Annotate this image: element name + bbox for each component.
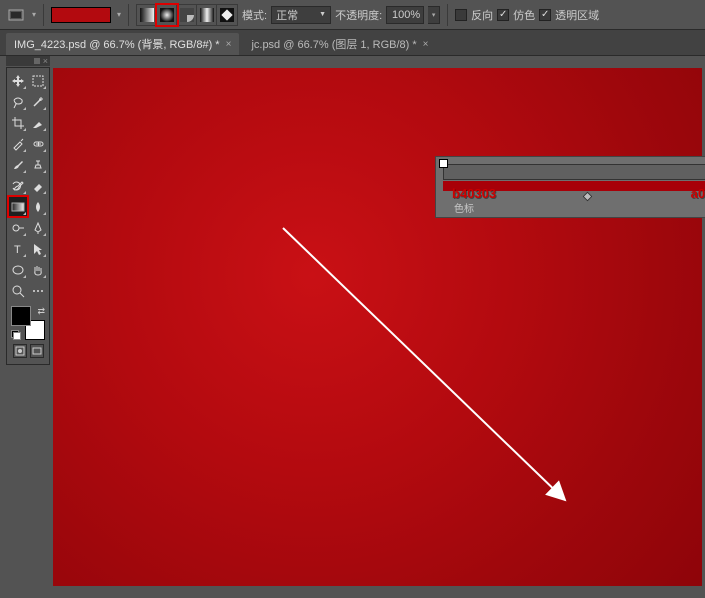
reflected-gradient-button[interactable]: [197, 5, 217, 25]
transparency-label: 透明区域: [555, 7, 599, 23]
divider: [128, 4, 129, 26]
path-selection-tool[interactable]: [29, 239, 47, 258]
shape-tool[interactable]: [9, 260, 27, 279]
dither-checkbox[interactable]: 仿色: [497, 7, 535, 23]
gradient-style-group: [136, 4, 238, 26]
quickmask-button[interactable]: [13, 344, 27, 358]
history-brush-tool[interactable]: [9, 176, 27, 195]
blend-mode-value: 正常: [276, 7, 298, 23]
checkbox-icon: [539, 9, 551, 21]
gradient-track[interactable]: [443, 164, 705, 180]
dodge-tool[interactable]: [9, 218, 27, 237]
eyedropper-tool[interactable]: [9, 134, 27, 153]
blur-tool[interactable]: [29, 197, 47, 216]
screen-mode-row: [9, 344, 47, 358]
tools-panel: T ⇄: [6, 67, 50, 365]
right-stop-color-label: a00203: [691, 186, 705, 201]
divider: [43, 4, 44, 26]
gradient-midpoint-handle[interactable]: [583, 192, 593, 202]
foreground-color-swatch[interactable]: [11, 306, 31, 326]
angle-gradient-button[interactable]: [177, 5, 197, 25]
checkbox-icon: [497, 9, 509, 21]
type-tool[interactable]: T: [9, 239, 27, 258]
clone-stamp-tool[interactable]: [29, 155, 47, 174]
close-icon[interactable]: ×: [226, 39, 232, 50]
gradient-stop-handle-left[interactable]: [440, 160, 447, 167]
gradient-tool[interactable]: [9, 197, 27, 216]
tab-title: IMG_4223.psd @ 66.7% (背景, RGB/8#) *: [14, 36, 220, 52]
gradient-picker-caret[interactable]: ▾: [117, 10, 121, 19]
tab-title: jc.psd @ 66.7% (图层 1, RGB/8) *: [251, 36, 416, 52]
panel-dock-header[interactable]: ×: [6, 56, 50, 66]
canvas-area: b40303 a00203 色标: [53, 56, 705, 586]
radial-gradient-button[interactable]: [157, 5, 177, 25]
opacity-dropdown-button[interactable]: ▾: [428, 6, 440, 24]
blend-mode-select[interactable]: 正常 ▼: [271, 6, 331, 24]
document-tab[interactable]: jc.psd @ 66.7% (图层 1, RGB/8) * ×: [243, 33, 436, 55]
tool-dropdown-caret[interactable]: ▾: [32, 10, 36, 19]
blend-mode-label: 模式:: [242, 7, 267, 23]
annotation-arrow: [53, 68, 705, 598]
checkbox-icon: [455, 9, 467, 21]
linear-gradient-button[interactable]: [137, 5, 157, 25]
panel-grip-icon: [34, 58, 40, 64]
transparency-checkbox[interactable]: 透明区域: [539, 7, 599, 23]
lasso-tool[interactable]: [9, 92, 27, 111]
opacity-value: 100%: [392, 9, 420, 21]
opacity-field[interactable]: 100%: [386, 6, 424, 24]
color-swatches: ⇄: [11, 306, 45, 340]
default-colors-icon[interactable]: [11, 330, 21, 340]
brush-tool[interactable]: [9, 155, 27, 174]
svg-text:T: T: [14, 244, 21, 256]
crop-tool[interactable]: [9, 113, 27, 132]
hand-tool[interactable]: [29, 260, 47, 279]
zoom-tool[interactable]: [9, 281, 27, 300]
options-bar: ▾ ▾ 模式: 正常 ▼ 不透明度: 100% ▾ 反向 仿色: [0, 0, 705, 30]
dither-label: 仿色: [513, 7, 535, 23]
reverse-label: 反向: [471, 7, 493, 23]
swap-colors-icon[interactable]: ⇄: [37, 306, 45, 317]
slice-tool[interactable]: [29, 113, 47, 132]
document-tabs: IMG_4223.psd @ 66.7% (背景, RGB/8#) * × jc…: [0, 30, 705, 56]
left-stop-color-label: b40303: [452, 186, 496, 201]
chevron-down-icon: ▼: [319, 11, 326, 18]
diamond-gradient-button[interactable]: [217, 5, 237, 25]
divider: [447, 4, 448, 26]
move-tool[interactable]: [9, 71, 27, 90]
canvas[interactable]: b40303 a00203 色标: [53, 68, 702, 586]
eraser-tool[interactable]: [29, 176, 47, 195]
magic-wand-tool[interactable]: [29, 92, 47, 111]
reverse-checkbox[interactable]: 反向: [455, 7, 493, 23]
gradient-editor-overlay[interactable]: b40303 a00203 色标: [435, 156, 705, 218]
opacity-label: 不透明度:: [335, 7, 382, 23]
edit-toolbar-button[interactable]: [29, 281, 47, 300]
screen-mode-button[interactable]: [30, 344, 44, 358]
active-tool-indicator[interactable]: [6, 5, 26, 25]
close-icon[interactable]: ×: [43, 57, 48, 66]
healing-brush-tool[interactable]: [29, 134, 47, 153]
close-icon[interactable]: ×: [423, 39, 429, 50]
marquee-tool[interactable]: [29, 71, 47, 90]
document-tab[interactable]: IMG_4223.psd @ 66.7% (背景, RGB/8#) * ×: [6, 33, 239, 55]
gradient-preview[interactable]: [51, 7, 111, 23]
gradient-caption: 色标: [454, 200, 474, 215]
pen-tool[interactable]: [29, 218, 47, 237]
